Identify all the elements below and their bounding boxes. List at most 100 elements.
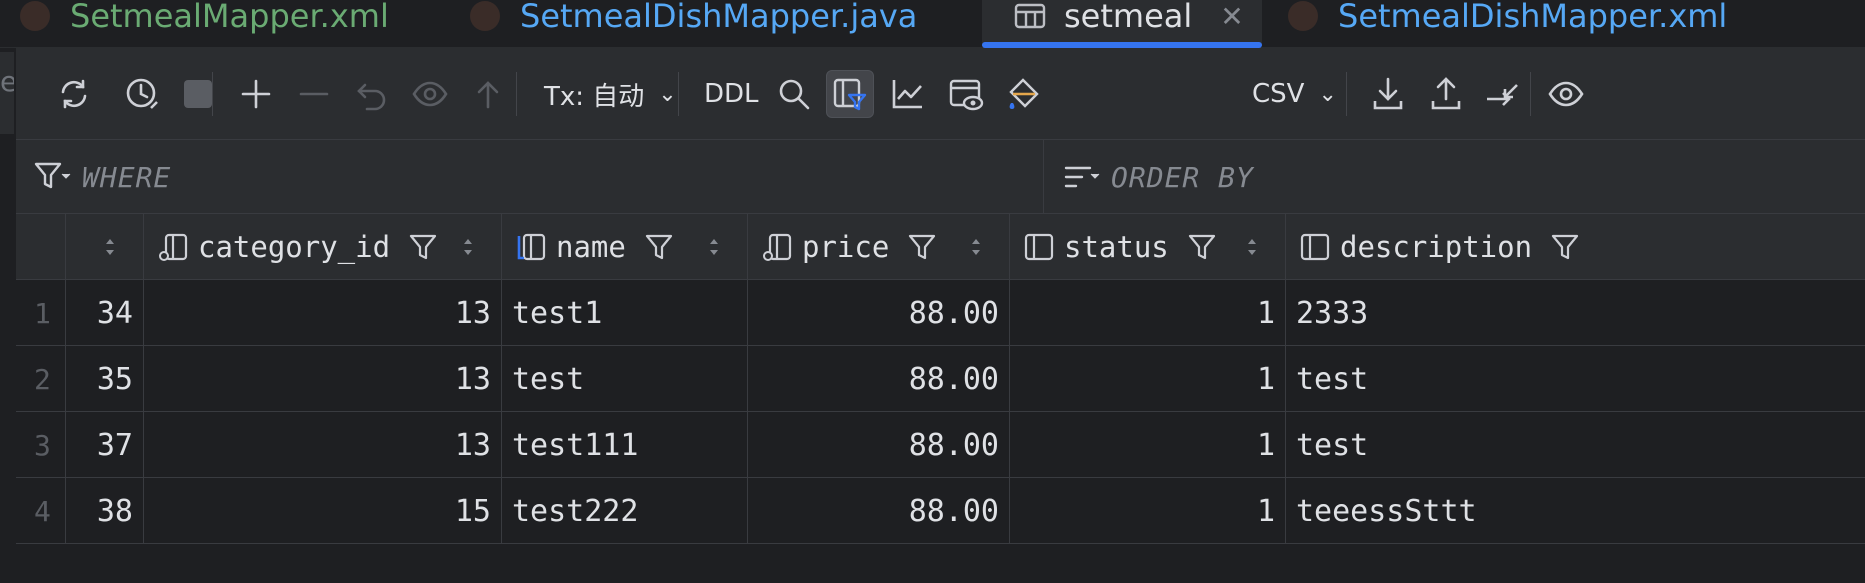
table-row[interactable]: 2 35 13 test 88.00 1 test (16, 346, 1865, 412)
preview-changes-icon[interactable] (406, 70, 454, 118)
cell-id[interactable]: 35 (66, 346, 144, 412)
table-row[interactable]: 3 37 13 test111 88.00 1 test (16, 412, 1865, 478)
column-header-description[interactable]: description (1286, 214, 1865, 280)
where-label: WHERE (82, 160, 172, 194)
cell-category-id[interactable]: 13 (144, 280, 502, 346)
cell-status[interactable]: 1 (1010, 280, 1286, 346)
sort-arrows-icon[interactable] (969, 234, 983, 260)
editor-tab-bar: SetmealMapper.xml SetmealDishMapper.java… (0, 0, 1865, 48)
table-row[interactable]: 1 34 13 test1 88.00 1 2333 (16, 280, 1865, 346)
column-label: status (1064, 230, 1169, 264)
ddl-button[interactable]: DDL (704, 70, 759, 118)
column-label: description (1340, 230, 1533, 264)
export-icon[interactable] (1364, 70, 1412, 118)
cell-category-id[interactable]: 13 (144, 346, 502, 412)
column-fk-icon (159, 233, 188, 261)
tab-label: SetmealDishMapper.xml (1338, 0, 1728, 35)
cell-description[interactable]: 2333 (1286, 280, 1865, 346)
column-index-icon (517, 233, 546, 261)
cell-description[interactable]: test (1286, 412, 1865, 478)
cell-description[interactable]: teeessSttt (1286, 478, 1865, 544)
column-label: price (802, 230, 890, 264)
history-icon[interactable] (118, 70, 166, 118)
add-row-icon[interactable] (232, 70, 280, 118)
data-editor-toolbar: Tx: 自动 ⌄ DDL CSV ⌄ (16, 48, 1865, 140)
sort-arrows-icon[interactable] (461, 234, 475, 260)
row-number: 3 (16, 412, 66, 478)
cell-category-id[interactable]: 13 (144, 412, 502, 478)
column-filter-icon[interactable] (1550, 232, 1580, 262)
left-gutter: e (0, 48, 16, 583)
cell-name[interactable]: test222 (502, 478, 748, 544)
cell-id[interactable]: 34 (66, 280, 144, 346)
where-filter-field[interactable]: WHERE (16, 140, 1044, 214)
chart-icon[interactable] (884, 70, 932, 118)
column-header-id[interactable] (66, 214, 144, 280)
column-filter-icon[interactable] (1187, 232, 1217, 262)
sort-arrows-icon[interactable] (103, 234, 117, 260)
cell-price[interactable]: 88.00 (748, 478, 1010, 544)
chevron-down-icon: ⌄ (658, 81, 677, 107)
column-header-price[interactable]: price (748, 214, 1010, 280)
tab-setmealdish-mapper-xml[interactable]: SetmealDishMapper.xml (1288, 0, 1727, 46)
cell-description[interactable]: test (1286, 346, 1865, 412)
side-panel-edge[interactable]: e (0, 52, 14, 134)
revert-icon[interactable] (348, 70, 396, 118)
sort-arrows-icon[interactable] (1245, 234, 1259, 260)
sort-icon (1064, 166, 1100, 188)
stop-icon[interactable] (174, 70, 222, 118)
column-filter-icon[interactable] (408, 232, 438, 262)
cell-name[interactable]: test (502, 346, 748, 412)
result-grid: category_id name price status descriptio… (16, 214, 1865, 583)
order-by-label: ORDER BY (1111, 160, 1254, 194)
cell-id[interactable]: 37 (66, 412, 144, 478)
export-format-dropdown[interactable]: CSV ⌄ (1252, 70, 1337, 118)
delete-row-icon[interactable] (290, 70, 338, 118)
chevron-down-icon: ⌄ (1318, 81, 1337, 107)
xml-file-icon (20, 1, 50, 31)
xml-file-icon (1288, 1, 1318, 31)
submit-icon[interactable] (464, 70, 512, 118)
column-header-category-id[interactable]: category_id (144, 214, 502, 280)
tab-setmealdish-mapper-java[interactable]: SetmealDishMapper.java (470, 0, 917, 46)
sort-arrows-icon[interactable] (707, 234, 721, 260)
cell-price[interactable]: 88.00 (748, 280, 1010, 346)
column-icon (1300, 233, 1330, 261)
column-fk-icon (763, 233, 792, 261)
row-number-header (16, 214, 66, 280)
column-filter-icon[interactable] (907, 232, 937, 262)
column-label: name (556, 230, 626, 264)
column-icon (1024, 233, 1054, 261)
row-number: 2 (16, 346, 66, 412)
format-label: CSV (1252, 79, 1305, 109)
cell-price[interactable]: 88.00 (748, 412, 1010, 478)
column-header-name[interactable]: name (502, 214, 748, 280)
filter-icon (34, 162, 71, 189)
cell-price[interactable]: 88.00 (748, 346, 1010, 412)
view-icon[interactable] (942, 70, 990, 118)
cell-status[interactable]: 1 (1010, 412, 1286, 478)
column-header-status[interactable]: status (1010, 214, 1286, 280)
filter-panel-icon[interactable] (826, 70, 874, 118)
cell-category-id[interactable]: 15 (144, 478, 502, 544)
tx-label: Tx: 自动 (544, 81, 645, 112)
cell-name[interactable]: test111 (502, 412, 748, 478)
cell-status[interactable]: 1 (1010, 346, 1286, 412)
refresh-icon[interactable] (50, 70, 98, 118)
close-icon[interactable]: ✕ (1220, 0, 1243, 33)
table-row[interactable]: 4 38 15 test222 88.00 1 teeessSttt (16, 478, 1865, 544)
tab-setmeal-table[interactable]: setmeal ✕ (982, 0, 1262, 46)
search-icon[interactable] (770, 70, 818, 118)
tab-label: SetmealDishMapper.java (520, 0, 918, 35)
import-icon[interactable] (1422, 70, 1470, 118)
cell-id[interactable]: 38 (66, 478, 144, 544)
tab-setmeal-mapper-xml[interactable]: SetmealMapper.xml (20, 0, 389, 46)
cell-status[interactable]: 1 (1010, 478, 1286, 544)
cell-name[interactable]: test1 (502, 280, 748, 346)
paint-icon[interactable] (1000, 70, 1048, 118)
order-by-field[interactable]: ORDER BY (1045, 140, 1865, 214)
column-filter-icon[interactable] (644, 232, 674, 262)
eye-icon[interactable] (1542, 70, 1590, 118)
compare-icon[interactable] (1478, 70, 1526, 118)
transaction-mode-dropdown[interactable]: Tx: 自动 ⌄ (544, 70, 677, 118)
